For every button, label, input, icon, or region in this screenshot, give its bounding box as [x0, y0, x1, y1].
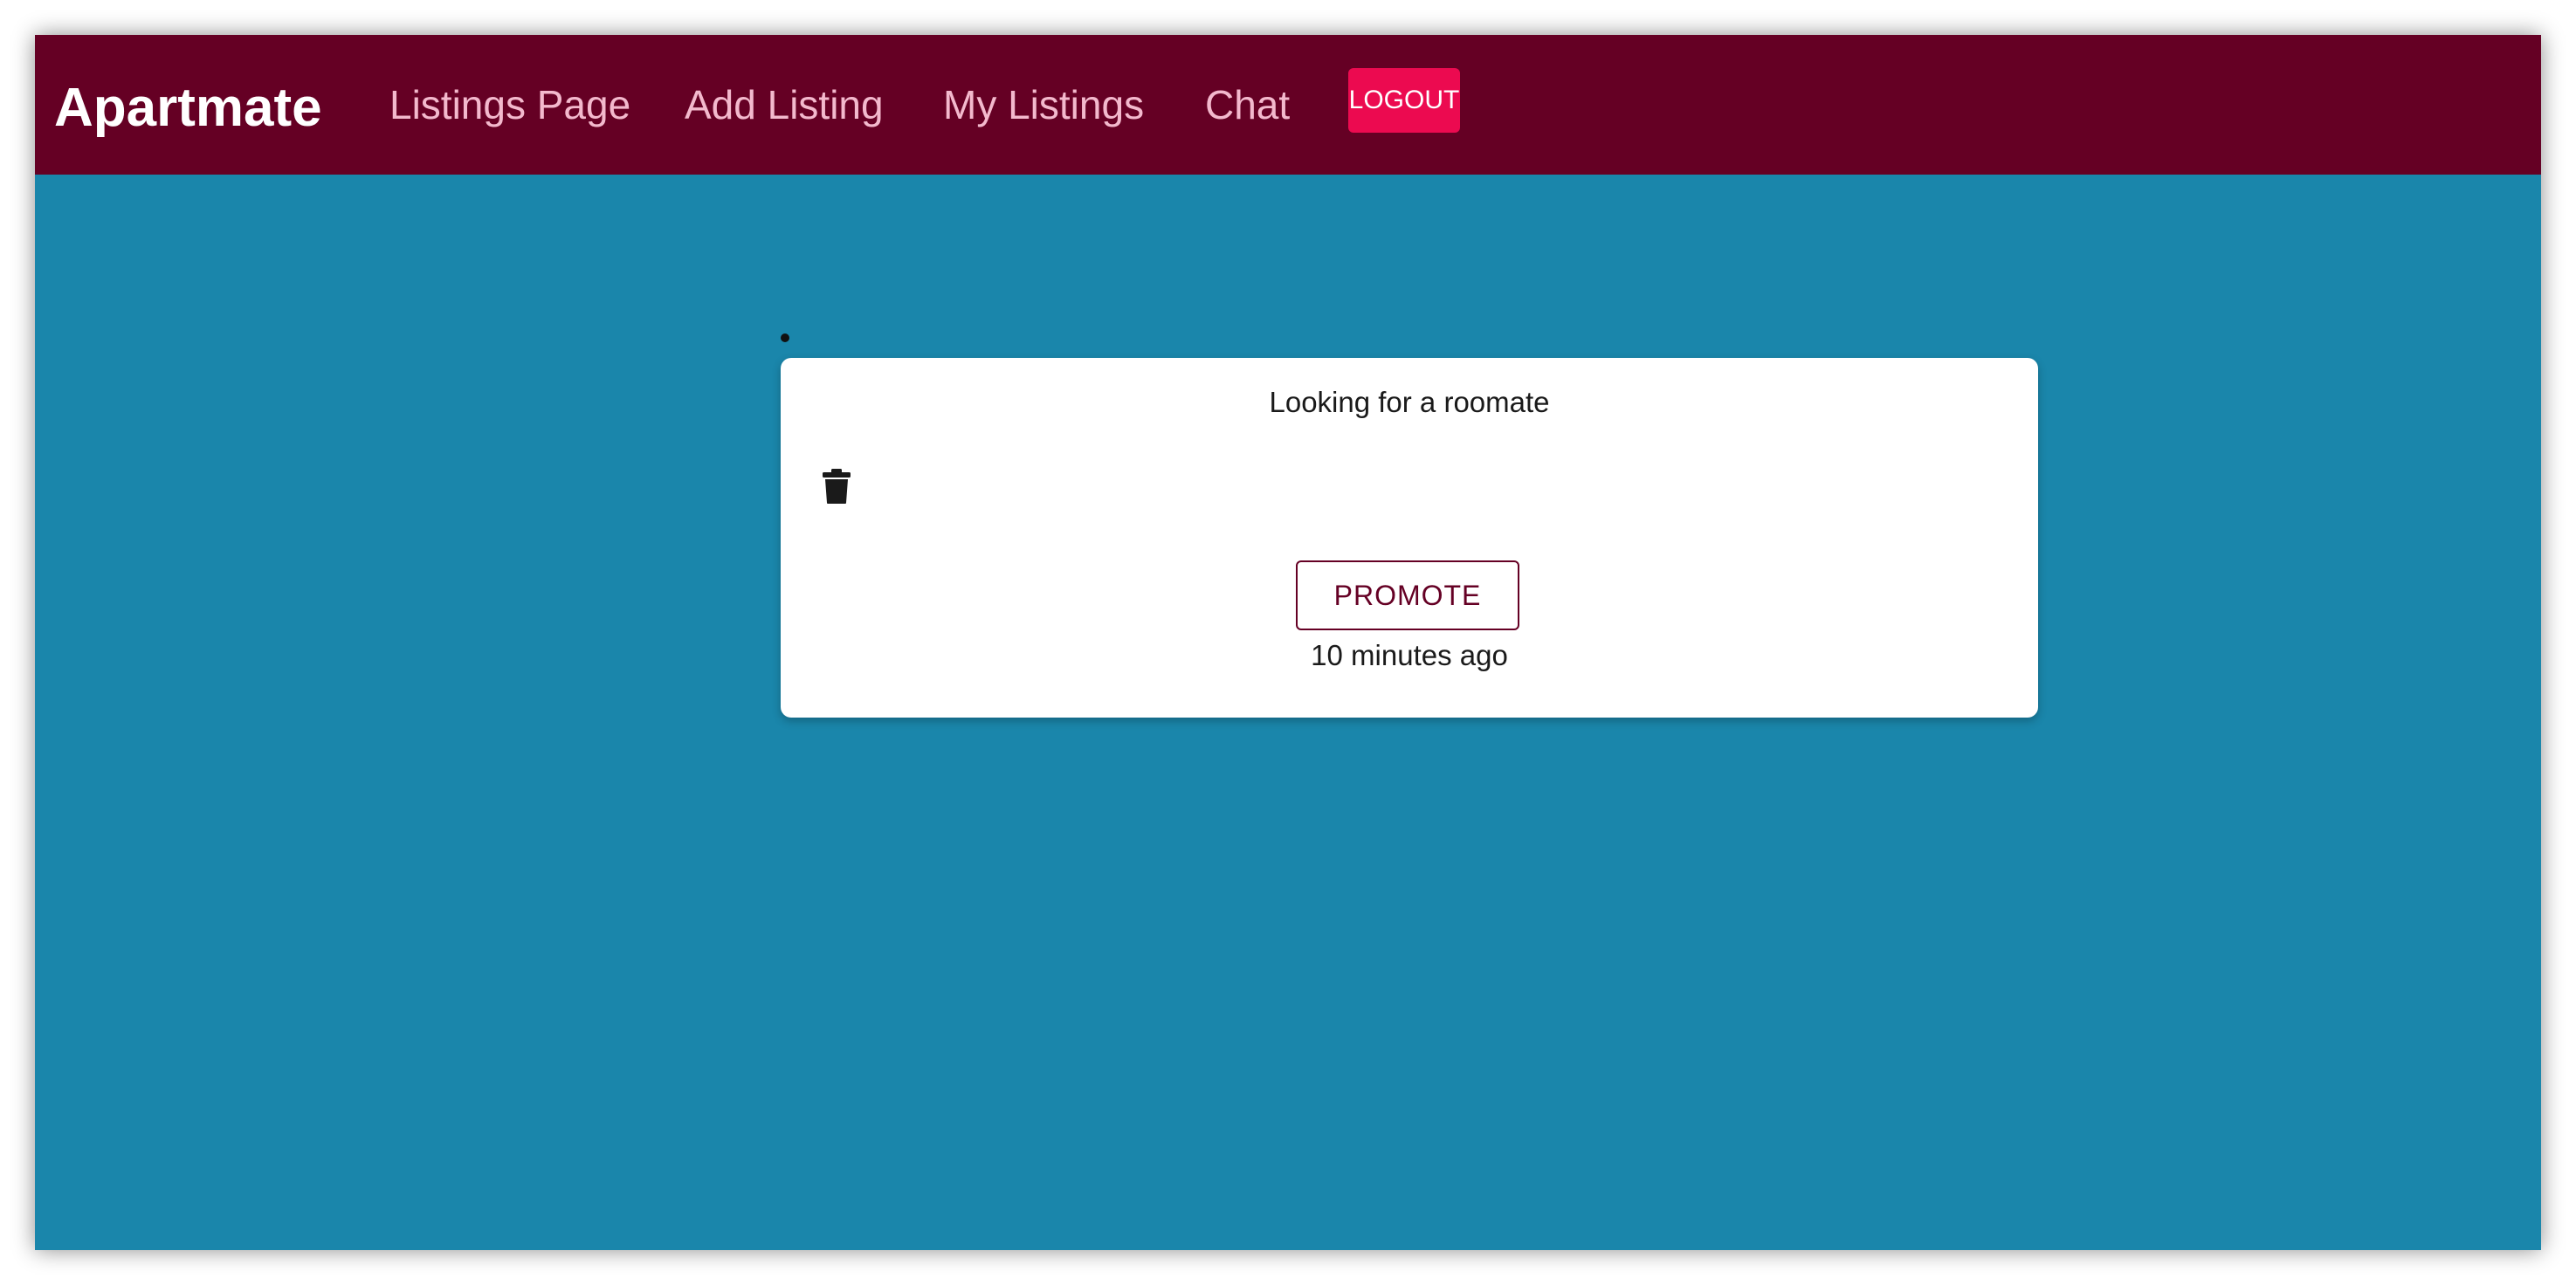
- listing-card: Looking for a roomate PROMOTE 10 minutes…: [781, 358, 2038, 718]
- nav-link-add-listing[interactable]: Add Listing: [685, 70, 884, 140]
- listing-title: Looking for a roomate: [1269, 386, 1550, 418]
- list-bullet: [781, 333, 789, 342]
- brand-logo[interactable]: Apartmate: [54, 73, 322, 143]
- promote-button[interactable]: PROMOTE: [1296, 560, 1519, 630]
- logout-button[interactable]: LOGOUT: [1348, 68, 1460, 133]
- nav-link-my-listings[interactable]: My Listings: [943, 70, 1144, 140]
- nav-link-chat[interactable]: Chat: [1205, 70, 1290, 140]
- navbar: Apartmate Listings Page Add Listing My L…: [35, 35, 2541, 175]
- app-window: Apartmate Listings Page Add Listing My L…: [35, 35, 2541, 1250]
- listing-timestamp: 10 minutes ago: [1311, 639, 1508, 671]
- nav-link-listings-page[interactable]: Listings Page: [389, 70, 630, 140]
- trash-icon[interactable]: [821, 468, 852, 505]
